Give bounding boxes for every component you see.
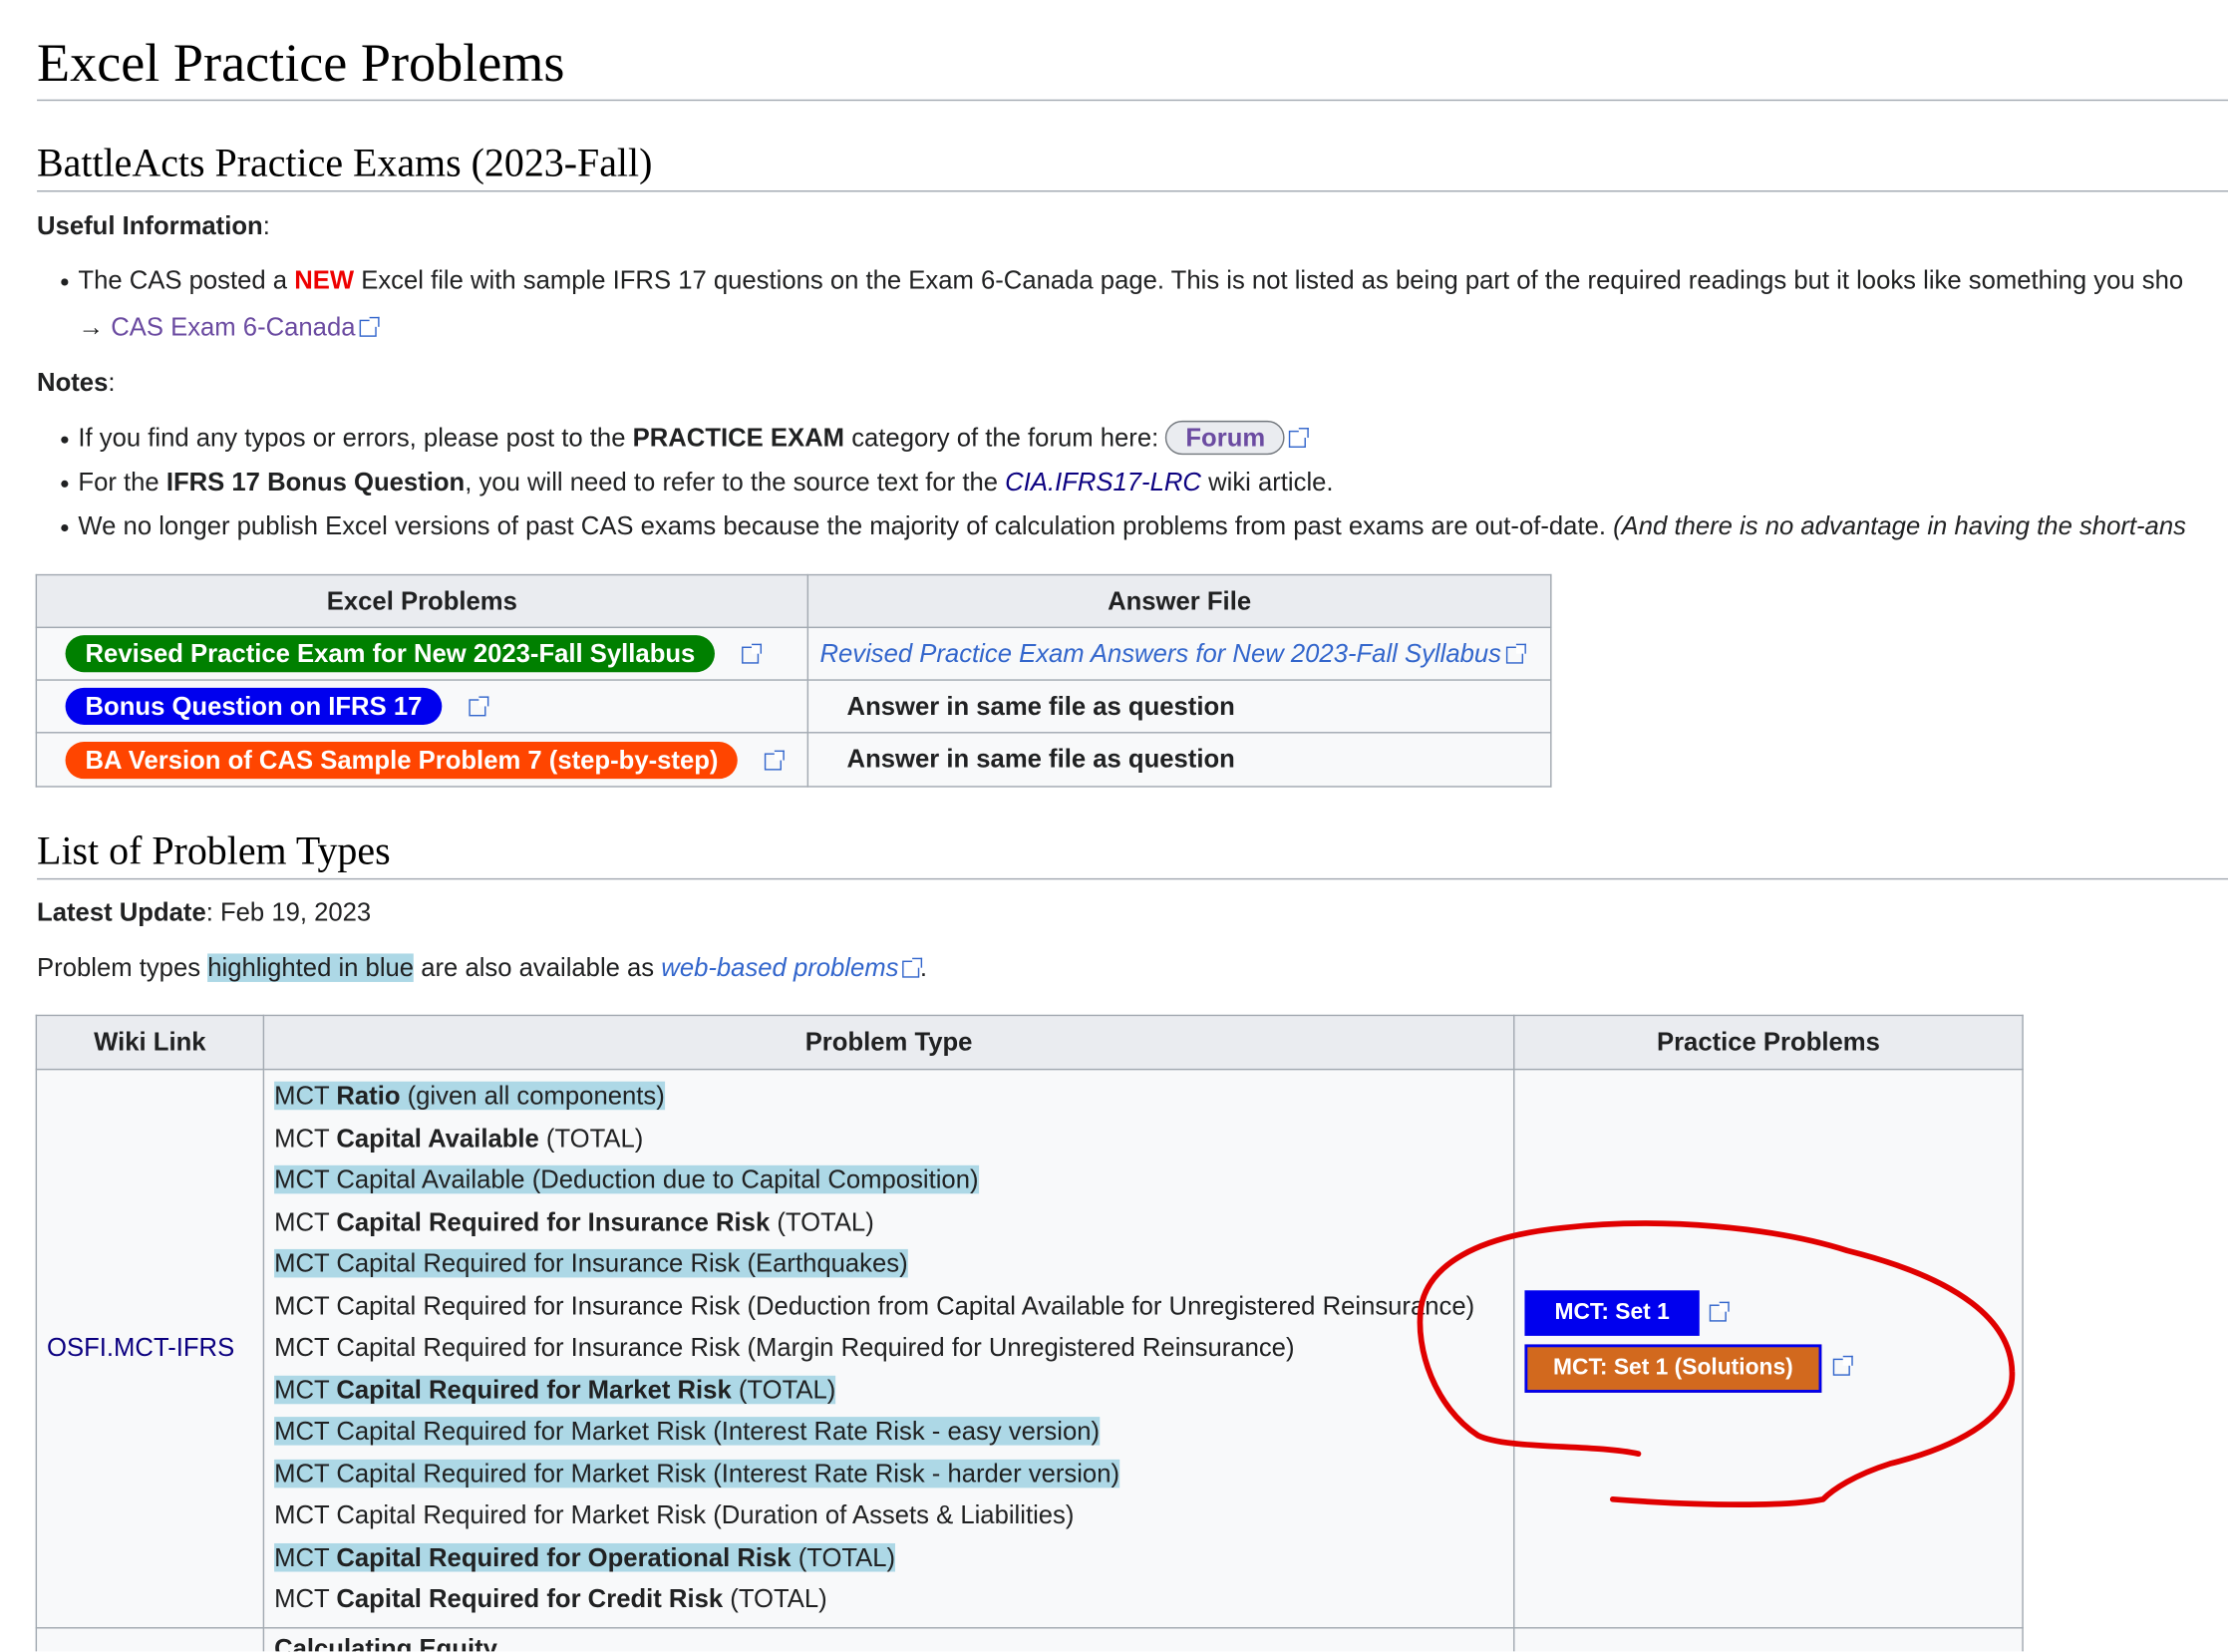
external-link-icon [902,957,923,978]
problem-type-item: MCT Capital Required for Market Risk (Du… [274,1500,1075,1529]
external-link-icon [1505,642,1526,663]
osfi-mct-ifrs-link[interactable]: OSFI.MCT-IFRS [47,1333,234,1362]
page-title: Excel Practice Problems [37,34,565,95]
notes-label: Notes: [37,368,116,397]
mct-set1-button[interactable]: MCT: Set 1 [1524,1290,1700,1336]
useful-info-label: Useful Information: [37,211,270,240]
bullet-new-file: The CAS posted a NEW Excel file with sam… [78,265,2184,295]
revised-answers-link[interactable]: Revised Practice Exam Answers for New 20… [819,639,1501,668]
external-link-icon [1289,428,1310,449]
web-based-problems-link[interactable]: web-based problems [661,953,898,982]
highlight-sample: highlighted in blue [207,953,415,982]
column-header: Wiki Link [35,1014,265,1071]
section-heading-practice-exams: BattleActs Practice Exams (2023-Fall) [37,142,653,186]
wiki-page: Excel Practice Problems BattleActs Pract… [0,0,2228,1652]
column-header: Excel Problems [35,573,809,629]
external-link-icon [742,643,763,664]
problem-type-item: MCT Capital Required for Insurance Risk … [274,1206,874,1236]
external-link-icon [1832,1355,1853,1376]
problem-type-item: MCT Ratio (given all components) [274,1081,665,1111]
problem-type-item: MCT Capital Required for Market Risk (In… [274,1417,1101,1446]
external-link-icon [359,316,380,337]
problem-type-item: MCT Capital Required for Market Risk (TO… [274,1375,836,1404]
note-ifrs17: For the IFRS 17 Bonus Question, you will… [78,467,1334,496]
problem-types-table: Wiki Link Problem Type Practice Problems… [35,1014,2024,1652]
column-header: Practice Problems [1513,1014,2024,1071]
problem-type-item: MCT Capital Available (Deduction due to … [274,1164,979,1194]
mct-set1-solutions-button[interactable]: MCT: Set 1 (Solutions) [1524,1344,1822,1393]
answer-file-text: Answer in same file as question [806,732,1552,788]
section-divider [37,877,2228,880]
note-past-exams: We no longer publish Excel versions of p… [78,511,2186,540]
revised-practice-exam-button[interactable]: Revised Practice Exam for New 2023-Fall … [65,635,716,673]
table-row: Calculating Equity [35,1626,2024,1652]
practice-exams-table: Excel Problems Answer File Revised Pract… [35,573,1552,788]
bullet-dot [61,523,69,532]
availability-note: Problem types highlighted in blue are al… [37,953,928,982]
cas-exam-link[interactable]: CAS Exam 6-Canada [111,313,355,342]
problem-type-item: MCT Capital Required for Insurance Risk … [274,1333,1295,1362]
answer-file-text: Answer in same file as question [806,679,1552,734]
problem-type-item: MCT Capital Required for Market Risk (In… [274,1459,1120,1487]
title-divider [37,99,2228,102]
external-link-icon [469,696,489,717]
cas-link-line: → CAS Exam 6-Canada [78,310,380,344]
external-link-icon [1709,1301,1730,1322]
column-header: Answer File [806,573,1552,629]
problem-type-item: MCT Capital Required for Insurance Risk … [274,1248,908,1278]
cia-ifrs17-link[interactable]: CIA.IFRS17-LRC [1005,468,1201,496]
sample-problem-7-button[interactable]: BA Version of CAS Sample Problem 7 (step… [65,741,739,779]
problem-type-item: MCT Capital Required for Credit Risk (TO… [274,1584,827,1613]
external-link-icon [765,749,786,770]
latest-update: Latest Update: Feb 19, 2023 [37,897,372,927]
bullet-dot [61,436,69,444]
section-divider [37,190,2228,192]
section-heading-problem-types: List of Problem Types [37,829,391,874]
column-header: Problem Type [262,1014,1515,1071]
problem-type-item: MCT Capital Required for Operational Ris… [274,1542,896,1571]
next-problem-group: Calculating Equity [262,1626,1515,1652]
problem-type-item: MCT Capital Required for Insurance Risk … [274,1290,1475,1320]
bonus-question-button[interactable]: Bonus Question on IFRS 17 [65,687,443,725]
table-row: Bonus Question on IFRS 17 Answer in same… [35,679,1552,734]
bullet-dot [61,480,69,488]
problem-type-list: MCT Ratio (given all components) MCT Capi… [262,1068,1515,1628]
arrow-icon: → [78,312,105,342]
note-typos: If you find any typos or errors, please … [78,420,1310,456]
forum-button[interactable]: Forum [1165,420,1286,456]
table-row: Revised Practice Exam for New 2023-Fall … [35,626,1552,681]
problem-type-item: MCT Capital Available (TOTAL) [274,1123,644,1153]
bullet-dot [61,278,69,286]
table-row: BA Version of CAS Sample Problem 7 (step… [35,732,1552,788]
